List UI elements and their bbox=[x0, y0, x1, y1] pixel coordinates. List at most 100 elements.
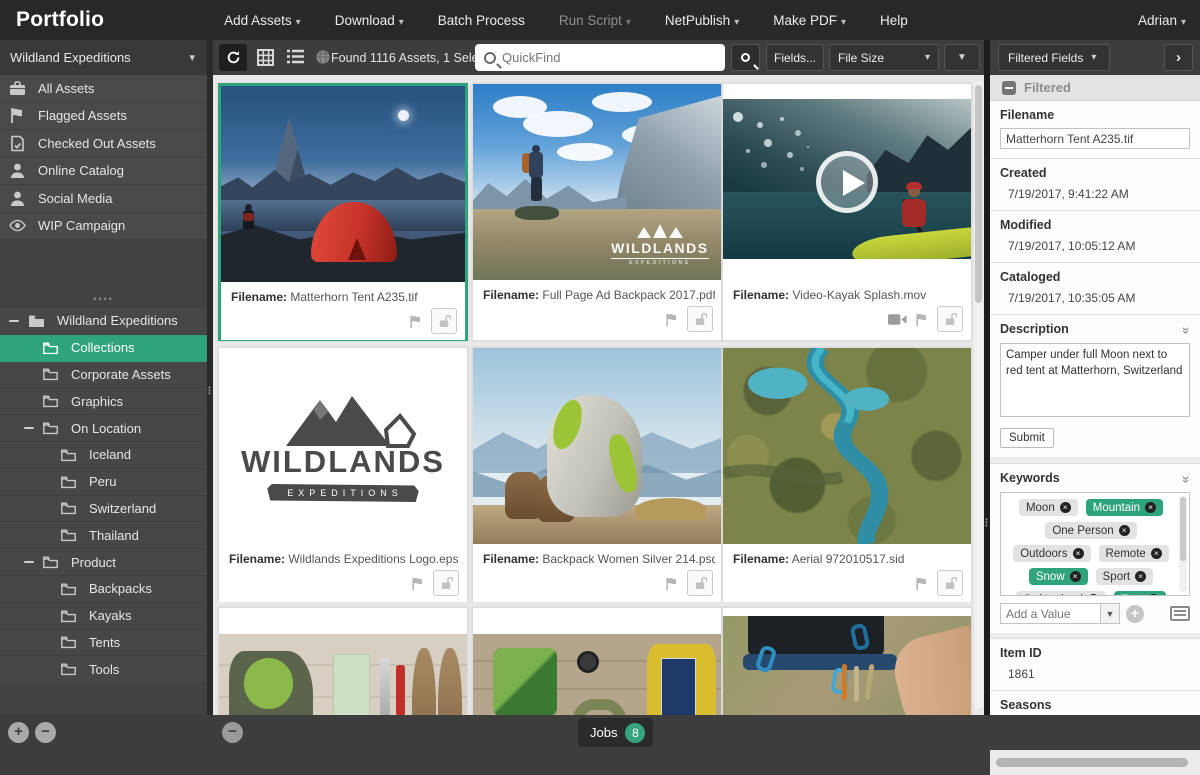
tree-item-product[interactable]: Product bbox=[0, 549, 207, 576]
sort-direction-dropdown[interactable]: ▼ bbox=[944, 44, 980, 71]
tree-item-kayaks[interactable]: Kayaks bbox=[0, 603, 207, 630]
zoom-out-button[interactable]: − bbox=[222, 722, 243, 743]
remove-keyword-icon[interactable]: × bbox=[1151, 548, 1162, 559]
remove-keyword-icon[interactable]: × bbox=[1145, 502, 1156, 513]
catalog-selector[interactable]: Wildland Expeditions ▾ bbox=[0, 40, 207, 75]
description-textarea[interactable]: Camper under full Moon next to red tent … bbox=[1000, 343, 1190, 417]
fields-button[interactable]: Fields... bbox=[766, 44, 824, 71]
remove-keyword-icon[interactable]: × bbox=[1060, 502, 1071, 513]
keyword-tag[interactable]: Switzerland× bbox=[1016, 591, 1105, 596]
sidebar-splitter[interactable]: ••• bbox=[207, 40, 213, 750]
sidebar-item-online-catalog[interactable]: Online Catalog bbox=[0, 158, 207, 186]
collapse-expander[interactable] bbox=[24, 427, 34, 430]
sidebar-item-wip-campaign[interactable]: WIP Campaign bbox=[0, 213, 207, 241]
menu-help[interactable]: Help bbox=[880, 13, 908, 28]
lock-toggle[interactable] bbox=[937, 570, 963, 596]
remove-keyword-icon[interactable]: × bbox=[1148, 594, 1159, 596]
collapse-expander[interactable] bbox=[24, 561, 34, 564]
tree-item-switzerland[interactable]: Switzerland bbox=[0, 496, 207, 523]
lock-toggle[interactable] bbox=[431, 308, 457, 334]
refresh-button[interactable] bbox=[219, 44, 247, 71]
add-gallery-button[interactable]: + bbox=[8, 722, 29, 743]
add-keyword-dropdown[interactable]: ▼ bbox=[1100, 603, 1120, 624]
menu-netpublish[interactable]: NetPublish▾ bbox=[665, 13, 739, 28]
keyword-tag[interactable]: Mountain× bbox=[1086, 499, 1163, 516]
remove-keyword-icon[interactable]: × bbox=[1119, 525, 1130, 536]
menu-batch-process[interactable]: Batch Process bbox=[438, 13, 525, 28]
tree-item-iceland[interactable]: Iceland bbox=[0, 442, 207, 469]
tree-item-backpacks[interactable]: Backpacks bbox=[0, 576, 207, 603]
jobs-button[interactable]: Jobs 8 bbox=[578, 718, 653, 747]
flag-icon[interactable] bbox=[664, 576, 680, 591]
add-keyword-input[interactable] bbox=[1000, 603, 1100, 624]
splitter-handle[interactable]: •••• bbox=[93, 294, 114, 304]
asset-card-full-page-ad[interactable]: WILDLANDS EXPEDITIONS Filename: Full Pag… bbox=[472, 83, 722, 341]
keywords-scrollbar-thumb[interactable] bbox=[1180, 497, 1186, 561]
tree-item-thailand[interactable]: Thailand bbox=[0, 522, 207, 549]
asset-card-matterhorn-tent[interactable]: Filename: Matterhorn Tent A235.tif bbox=[218, 83, 468, 341]
sidebar-item-all-assets[interactable]: All Assets bbox=[0, 75, 207, 103]
lock-toggle[interactable] bbox=[433, 570, 459, 596]
lock-toggle[interactable] bbox=[687, 306, 713, 332]
panel-splitter[interactable]: ••• bbox=[984, 40, 990, 750]
filtered-section-header[interactable]: Filtered bbox=[990, 75, 1200, 101]
search-input[interactable] bbox=[502, 50, 725, 65]
grid-scrollbar-thumb[interactable] bbox=[975, 85, 982, 303]
keywords-scrollbar[interactable] bbox=[1179, 496, 1187, 592]
flag-icon[interactable] bbox=[664, 312, 680, 327]
user-menu[interactable]: Adrian▾ bbox=[1138, 13, 1186, 28]
remove-keyword-icon[interactable]: × bbox=[1073, 548, 1084, 559]
keyword-tag[interactable]: Outdoors× bbox=[1013, 545, 1090, 562]
collapse-section-icon[interactable] bbox=[1002, 81, 1016, 95]
sort-dropdown[interactable]: File Size▾ bbox=[829, 44, 939, 71]
quickfind-search[interactable] bbox=[475, 44, 725, 71]
flag-icon[interactable] bbox=[914, 576, 930, 591]
remove-keyword-icon[interactable]: × bbox=[1070, 571, 1081, 582]
filename-input[interactable] bbox=[1000, 128, 1190, 149]
tree-item-tools[interactable]: Tools bbox=[0, 656, 207, 683]
remove-keyword-icon[interactable]: × bbox=[1088, 594, 1099, 596]
menu-add-assets[interactable]: Add Assets▾ bbox=[224, 13, 301, 28]
asset-card-logo-eps[interactable]: WILDLANDS EXPEDITIONS Filename: Wildland… bbox=[218, 347, 468, 601]
add-keyword-button[interactable]: + bbox=[1126, 605, 1144, 623]
keyword-list-icon[interactable] bbox=[1170, 606, 1190, 621]
asset-card-aerial-sid[interactable]: Filename: Aerial 972010517.sid bbox=[722, 347, 972, 601]
flag-icon[interactable] bbox=[914, 312, 930, 327]
keyword-tag[interactable]: Tent× bbox=[1114, 591, 1166, 596]
submit-button[interactable]: Submit bbox=[1000, 428, 1054, 448]
flag-icon[interactable] bbox=[410, 576, 426, 591]
menu-run-script[interactable]: Run Script▾ bbox=[559, 13, 631, 28]
keyword-tag[interactable]: Sport× bbox=[1096, 568, 1154, 585]
collapse-expander[interactable] bbox=[9, 320, 19, 323]
lock-toggle[interactable] bbox=[687, 570, 713, 596]
sidebar-item-checked-out-assets[interactable]: Checked Out Assets bbox=[0, 130, 207, 158]
asset-card-row3-2[interactable] bbox=[472, 607, 722, 715]
collapse-panel-button[interactable]: › bbox=[1164, 44, 1193, 71]
search-go-button[interactable] bbox=[731, 44, 760, 71]
lock-toggle[interactable] bbox=[937, 306, 963, 332]
filtered-fields-dropdown[interactable]: Filtered Fields▾ bbox=[998, 44, 1110, 71]
chevron-collapse-icon[interactable]: » bbox=[1179, 327, 1194, 334]
list-view-icon[interactable] bbox=[287, 49, 305, 67]
asset-card-video-kayak[interactable]: Filename: Video-Kayak Splash.mov bbox=[722, 83, 972, 341]
sidebar-item-flagged-assets[interactable]: Flagged Assets bbox=[0, 103, 207, 131]
tree-item-root[interactable]: Wildland Expeditions bbox=[0, 308, 207, 335]
remove-keyword-icon[interactable]: × bbox=[1135, 571, 1146, 582]
flag-icon[interactable] bbox=[408, 314, 424, 329]
remove-gallery-button[interactable]: − bbox=[35, 722, 56, 743]
tree-item-tents[interactable]: Tents bbox=[0, 630, 207, 657]
tree-item-graphics[interactable]: Graphics bbox=[0, 388, 207, 415]
asset-card-row3-1[interactable] bbox=[218, 607, 468, 715]
menu-download[interactable]: Download▾ bbox=[335, 13, 404, 28]
asset-card-backpack-psd[interactable]: Filename: Backpack Women Silver 214.psd bbox=[472, 347, 722, 601]
keyword-tag[interactable]: Moon× bbox=[1019, 499, 1078, 516]
sidebar-item-social-media[interactable]: Social Media bbox=[0, 185, 207, 213]
tree-item-corporate-assets[interactable]: Corporate Assets bbox=[0, 362, 207, 389]
keyword-tag[interactable]: Snow× bbox=[1029, 568, 1088, 585]
chevron-collapse-icon[interactable]: » bbox=[1179, 476, 1194, 483]
keyword-tag[interactable]: Remote× bbox=[1099, 545, 1169, 562]
play-button-icon[interactable] bbox=[816, 151, 878, 213]
tree-item-collections[interactable]: Collections bbox=[0, 335, 207, 362]
asset-card-row3-3[interactable] bbox=[722, 607, 972, 715]
menu-make-pdf[interactable]: Make PDF▾ bbox=[773, 13, 846, 28]
